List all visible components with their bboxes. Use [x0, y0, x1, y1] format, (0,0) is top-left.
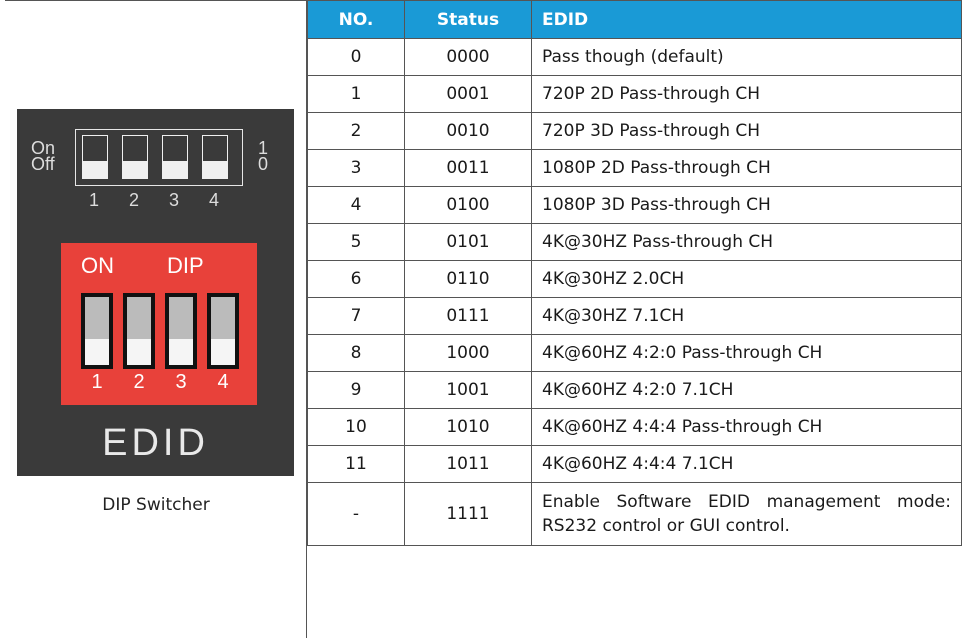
table-row: 5 0101 4K@30HZ Pass-through CH: [307, 223, 962, 261]
cell-edid: 1080P 3D Pass-through CH: [531, 186, 962, 224]
cell-status: 0100: [404, 186, 532, 224]
table-row: 3 0011 1080P 2D Pass-through CH: [307, 149, 962, 187]
dip-switch-4: [207, 293, 239, 369]
red-dip-label: DIP: [167, 253, 204, 278]
top-switch-number: 2: [128, 190, 139, 210]
cell-no: 0: [307, 38, 405, 76]
cell-no: 2: [307, 112, 405, 150]
cell-status: 0111: [404, 297, 532, 335]
cell-no: 9: [307, 371, 405, 409]
header-edid: EDID: [531, 0, 962, 39]
dip-switch-2: [123, 293, 155, 369]
table-row: 1 0001 720P 2D Pass-through CH: [307, 75, 962, 113]
table-row: 0 0000 Pass though (default): [307, 38, 962, 76]
off-label: Off: [31, 154, 55, 174]
table-row: 10 1010 4K@60HZ 4:4:4 Pass-through CH: [307, 408, 962, 446]
header-status: Status: [404, 0, 532, 39]
dip-switch-illustration: On Off 1 0 1 2 3 4 ON DIP 1 2 3 4 EDID: [17, 109, 294, 476]
dip-switch-number: 1: [91, 371, 103, 393]
cell-edid: 4K@60HZ 4:2:0 7.1CH: [531, 371, 962, 409]
edid-device-label: EDID: [102, 422, 209, 464]
cell-edid: 4K@60HZ 4:4:4 7.1CH: [531, 445, 962, 483]
top-switch-number: 4: [208, 190, 219, 210]
cell-edid: 4K@30HZ 7.1CH: [531, 297, 962, 335]
cell-edid: 720P 2D Pass-through CH: [531, 75, 962, 113]
dip-switch-1: [81, 293, 113, 369]
cell-status: 1011: [404, 445, 532, 483]
top-switch-3: [162, 135, 188, 179]
top-switch-4: [202, 135, 228, 179]
dip-switch-number: 4: [217, 371, 229, 393]
cell-edid: 1080P 2D Pass-through CH: [531, 149, 962, 187]
table-row: 6 0110 4K@30HZ 2.0CH: [307, 260, 962, 298]
red-on-label: ON: [81, 253, 114, 278]
cell-no: 8: [307, 334, 405, 372]
red-switch-numbers: 1 2 3 4: [61, 371, 257, 397]
dip-switch-number: 2: [133, 371, 145, 393]
cell-status: 0000: [404, 38, 532, 76]
cell-edid: 720P 3D Pass-through CH: [531, 112, 962, 150]
cell-no: 6: [307, 260, 405, 298]
cell-edid: Pass though (default): [531, 38, 962, 76]
cell-no: 4: [307, 186, 405, 224]
cell-status: 1001: [404, 371, 532, 409]
cell-edid: 4K@60HZ 4:2:0 Pass-through CH: [531, 334, 962, 372]
top-switch-diagram: [75, 129, 243, 186]
cell-no: 11: [307, 445, 405, 483]
cell-status: 0011: [404, 149, 532, 187]
table-row: 9 1001 4K@60HZ 4:2:0 7.1CH: [307, 371, 962, 409]
edid-table: NO. Status EDID 0 0000 Pass though (defa…: [307, 0, 962, 546]
cell-status: 0110: [404, 260, 532, 298]
cell-no: 3: [307, 149, 405, 187]
top-switch-number: 3: [168, 190, 179, 210]
top-switch-number: 1: [88, 190, 99, 210]
on-off-labels: On Off: [31, 139, 55, 174]
dip-switcher-caption: DIP Switcher: [102, 495, 210, 515]
cell-no: 5: [307, 223, 405, 261]
table-row: 4 0100 1080P 3D Pass-through CH: [307, 186, 962, 224]
table-header-row: NO. Status EDID: [307, 0, 962, 39]
top-switch-1: [82, 135, 108, 179]
cell-no: -: [307, 482, 405, 546]
cell-edid: Enable Software EDID management mode: RS…: [531, 482, 962, 546]
top-switch-numbers: 1 2 3 4: [75, 190, 243, 210]
cell-status: 1000: [404, 334, 532, 372]
cell-no: 1: [307, 75, 405, 113]
table-row: 8 1000 4K@60HZ 4:2:0 Pass-through CH: [307, 334, 962, 372]
cell-edid: 4K@30HZ Pass-through CH: [531, 223, 962, 261]
table-row: - 1111 Enable Software EDID management m…: [307, 482, 962, 546]
table-row: 2 0010 720P 3D Pass-through CH: [307, 112, 962, 150]
cell-status: 0101: [404, 223, 532, 261]
one-zero-labels: 1 0: [258, 139, 269, 174]
header-no: NO.: [307, 0, 405, 39]
cell-edid: 4K@60HZ 4:4:4 Pass-through CH: [531, 408, 962, 446]
red-dip-switch: ON DIP 1 2 3 4: [61, 243, 257, 405]
dip-switch-number: 3: [175, 371, 187, 393]
cell-no: 7: [307, 297, 405, 335]
cell-no: 10: [307, 408, 405, 446]
top-switch-2: [122, 135, 148, 179]
cell-status: 1111: [404, 482, 532, 546]
cell-status: 1010: [404, 408, 532, 446]
cell-status: 0010: [404, 112, 532, 150]
dip-switch-3: [165, 293, 197, 369]
table-row: 7 0111 4K@30HZ 7.1CH: [307, 297, 962, 335]
dip-switcher-panel: On Off 1 0 1 2 3 4 ON DIP 1 2 3 4 EDID D…: [5, 0, 307, 638]
cell-edid: 4K@30HZ 2.0CH: [531, 260, 962, 298]
zero-label: 0: [258, 154, 269, 174]
table-row: 11 1011 4K@60HZ 4:4:4 7.1CH: [307, 445, 962, 483]
cell-status: 0001: [404, 75, 532, 113]
